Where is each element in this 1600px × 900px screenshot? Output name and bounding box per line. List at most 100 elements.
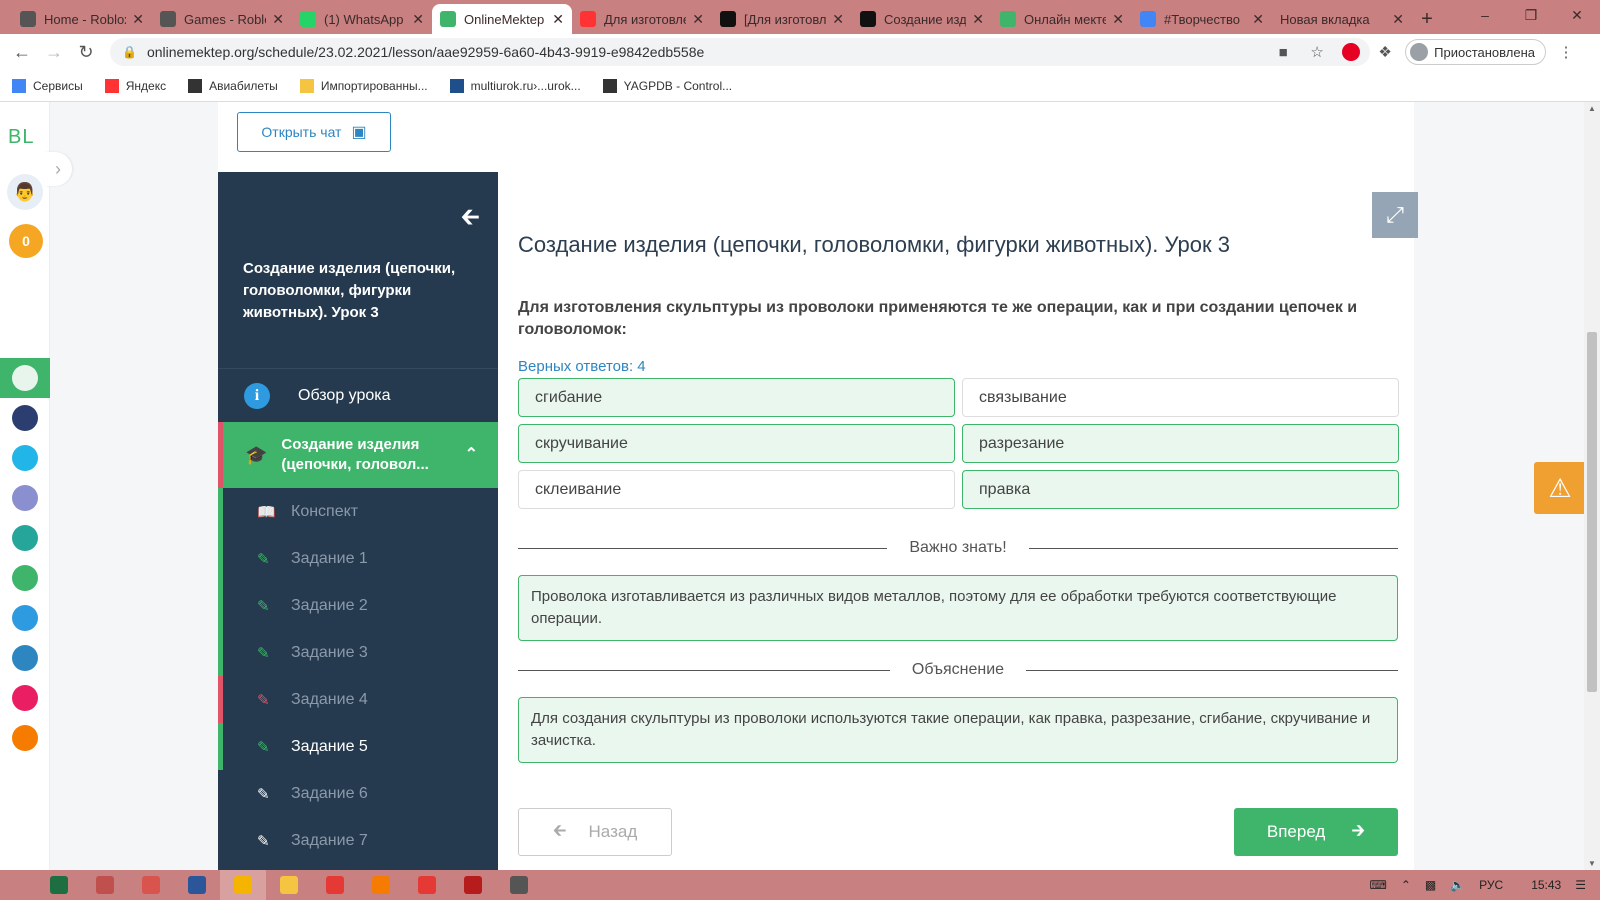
taskbar-app-icon[interactable] [82,870,128,900]
taskbar-app-icon[interactable] [450,870,496,900]
sidebar-item-task[interactable]: ✎ Задание 1 [218,535,498,582]
tab-close-icon[interactable]: ✕ [972,11,984,28]
rail-logo[interactable]: BL [8,126,34,149]
sidebar-item-task[interactable]: ✎ Задание 3 [218,629,498,676]
rail-app-icon[interactable] [0,678,50,718]
rail-app-icon[interactable] [0,398,50,438]
back-nav-icon[interactable]: ← [6,36,38,68]
back-arrow-icon[interactable]: 🡰 [461,200,480,241]
rail-app-icon[interactable] [0,638,50,678]
camera-blocked-icon[interactable]: ■ [1269,38,1297,66]
chevron-up-icon[interactable]: ⌃ [465,445,478,465]
taskbar-app-icon[interactable] [358,870,404,900]
bookmark-item[interactable]: Яндекс [104,78,166,93]
browser-menu-icon[interactable]: ⋮ [1552,38,1580,66]
sidebar-item-task[interactable]: ✎ Задание 6 [218,770,498,817]
taskbar-app-icon[interactable] [174,870,220,900]
tab-close-icon[interactable]: ✕ [832,11,844,28]
sidebar-item-task[interactable]: ✎ Задание 4 [218,676,498,723]
tab-close-icon[interactable]: ✕ [1112,11,1124,28]
browser-tab[interactable]: #Творчество ✕ [1132,4,1272,34]
rail-expand-chevron-icon[interactable]: › [44,152,72,186]
notifications-icon[interactable]: ☰ [1575,878,1586,892]
new-tab-button[interactable]: + [1412,4,1442,34]
sidebar-item-task[interactable]: 📖 Конспект [218,488,498,535]
taskbar-app-icon[interactable] [266,870,312,900]
rail-app-icon[interactable] [0,598,50,638]
bookmark-label: multiurok.ru›...urok... [470,78,581,93]
tab-close-icon[interactable]: ✕ [692,11,704,28]
warning-report-icon[interactable]: ⚠ [1534,462,1586,514]
tab-close-icon[interactable]: ✕ [552,11,564,28]
taskbar-app-icon[interactable] [404,870,450,900]
bookmark-star-icon[interactable]: ☆ [1303,38,1331,66]
next-button[interactable]: Вперед 🡲 [1234,808,1398,856]
browser-tab[interactable]: Home - Roblox ✕ [12,4,152,34]
page-scrollbar[interactable]: ▲ ▼ [1584,102,1600,870]
browser-tab[interactable]: Для изготовления ✕ [572,4,712,34]
tab-close-icon[interactable]: ✕ [132,11,144,28]
browser-tab[interactable]: (1) WhatsApp ✕ [292,4,432,34]
sidebar-item-task[interactable]: ✎ Задание 2 [218,582,498,629]
rail-app-icon[interactable] [0,558,50,598]
browser-tab[interactable]: Новая вкладка ✕ [1272,4,1412,34]
clock[interactable]: 15:43 [1531,878,1561,892]
browser-tab[interactable]: Онлайн мектеп ✕ [992,4,1132,34]
answer-option[interactable]: правка [962,470,1399,509]
profile-button[interactable]: Приостановлена [1405,39,1546,65]
forward-nav-icon[interactable]: → [38,36,70,68]
sidebar-item-lesson[interactable]: 🎓 Создание изделия (цепочки, головол... … [218,422,498,488]
sidebar-item-task[interactable]: ✎ Задание 5 [218,723,498,770]
extensions-icon[interactable]: ❖ [1371,38,1399,66]
tray-up-chevron-icon[interactable]: ⌃ [1401,878,1411,892]
pinterest-icon[interactable] [1337,38,1365,66]
taskbar-app-icon[interactable] [312,870,358,900]
language-indicator[interactable]: РУС [1479,878,1503,892]
volume-icon[interactable]: 🔈 [1450,878,1465,892]
answer-option[interactable]: связывание [962,378,1399,417]
tab-close-icon[interactable]: ✕ [272,11,284,28]
browser-tab[interactable]: [Для изготовления ✕ [712,4,852,34]
back-button[interactable]: 🡰 Назад [518,808,672,856]
bookmark-item[interactable]: Импортированны... [299,78,428,93]
browser-tab[interactable]: Games - Roblox ✕ [152,4,292,34]
sidebar-item-overview[interactable]: i Обзор урока [218,368,498,422]
rail-app-icon[interactable] [0,478,50,518]
rail-app-icon[interactable] [0,518,50,558]
answer-option[interactable]: разрезание [962,424,1399,463]
rail-app-icon[interactable] [0,438,50,478]
url-field[interactable]: 🔒 onlinemektep.org/schedule/23.02.2021/l… [110,38,1370,66]
open-chat-button[interactable]: Открыть чат ▣ [237,112,391,152]
restore-icon[interactable]: ❐ [1508,0,1554,30]
minimize-icon[interactable]: – [1462,0,1508,30]
sidebar-item-task[interactable]: ✎ Задание 7 [218,817,498,864]
answer-option[interactable]: склеивание [518,470,955,509]
rail-app-icon[interactable] [0,718,50,758]
bookmark-item[interactable]: multiurok.ru›...urok... [449,78,581,93]
tab-close-icon[interactable]: ✕ [1252,11,1264,28]
network-icon[interactable]: ▩ [1425,878,1436,892]
scrollbar-thumb[interactable] [1587,332,1597,692]
bookmark-item[interactable]: YAGPDB - Control... [602,78,732,93]
tab-close-icon[interactable]: ✕ [1392,11,1404,28]
answer-option[interactable]: скручивание [518,424,955,463]
tab-close-icon[interactable]: ✕ [412,11,424,28]
scroll-down-icon[interactable]: ▼ [1588,859,1596,868]
scroll-up-icon[interactable]: ▲ [1588,104,1596,113]
fullscreen-expand-icon[interactable]: ⤢ [1372,192,1418,238]
rail-app-icon[interactable] [0,358,50,398]
taskbar-app-icon[interactable] [36,870,82,900]
keyboard-icon[interactable]: ⌨ [1369,878,1386,892]
bookmark-item[interactable]: Сервисы [12,78,83,93]
taskbar-app-icon[interactable] [220,870,266,900]
bookmark-item[interactable]: Авиабилеты [188,78,278,93]
answer-option[interactable]: сгибание [518,378,955,417]
reload-icon[interactable]: ↻ [70,36,102,68]
close-window-icon[interactable]: ✕ [1554,0,1600,30]
taskbar-app-icon[interactable] [496,870,542,900]
taskbar-app-icon[interactable] [128,870,174,900]
browser-tab[interactable]: Создание изделия ✕ [852,4,992,34]
user-avatar[interactable]: 👨 [7,174,43,210]
coin-counter[interactable]: 0 [9,224,43,258]
browser-tab[interactable]: OnlineMektep ✕ [432,4,572,34]
